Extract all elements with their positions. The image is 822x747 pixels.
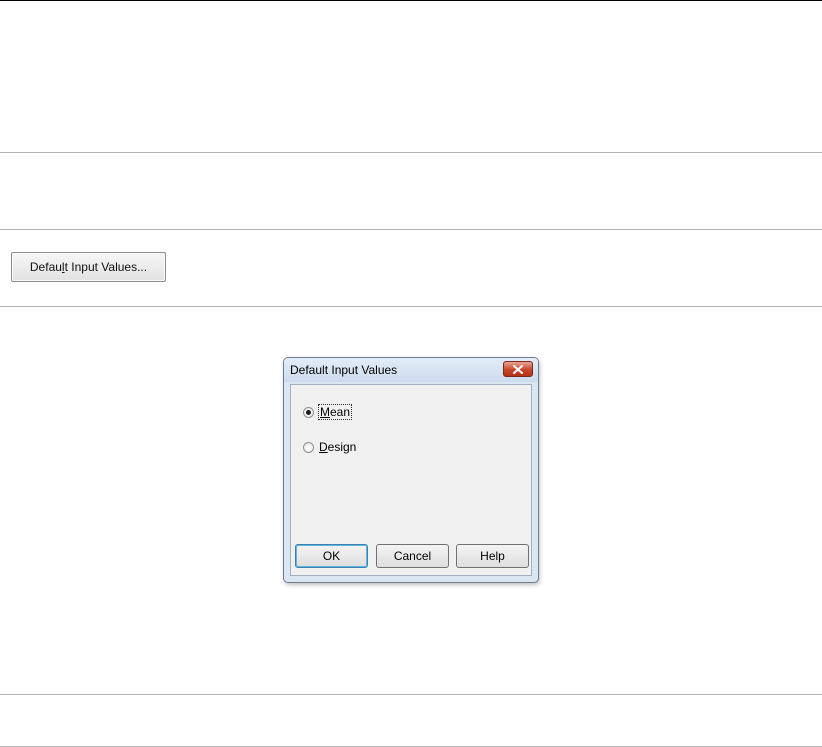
help-button-label: Help [480,549,505,563]
ok-button[interactable]: OK [295,544,368,568]
cancel-button[interactable]: Cancel [376,544,449,568]
radio-label-design: Design [319,440,357,454]
cancel-button-label: Cancel [393,549,432,563]
default-input-values-label: Default Input Values... [29,260,148,274]
divider [0,229,822,230]
divider [0,694,822,695]
radio-label-mean: Mean [317,404,353,420]
divider [0,306,822,307]
top-divider [0,0,822,1]
radio-option-design[interactable]: Design [303,440,356,454]
radio-option-mean[interactable]: Mean [303,404,353,420]
radio-button-design[interactable] [303,441,314,453]
dialog-client-area: Mean Design OK Cancel Help [290,384,532,576]
dialog-title: Default Input Values [290,363,398,377]
ok-button-label: OK [322,549,341,563]
radio-button-mean[interactable] [303,406,314,418]
default-input-values-button[interactable]: Default Input Values... [11,252,166,282]
dialog-titlebar[interactable]: Default Input Values [284,358,538,382]
help-button[interactable]: Help [456,544,529,568]
close-icon [513,364,523,374]
default-input-values-dialog: Default Input Values Mean Design OK Canc… [283,357,539,583]
close-button[interactable] [503,361,533,377]
divider [0,152,822,153]
